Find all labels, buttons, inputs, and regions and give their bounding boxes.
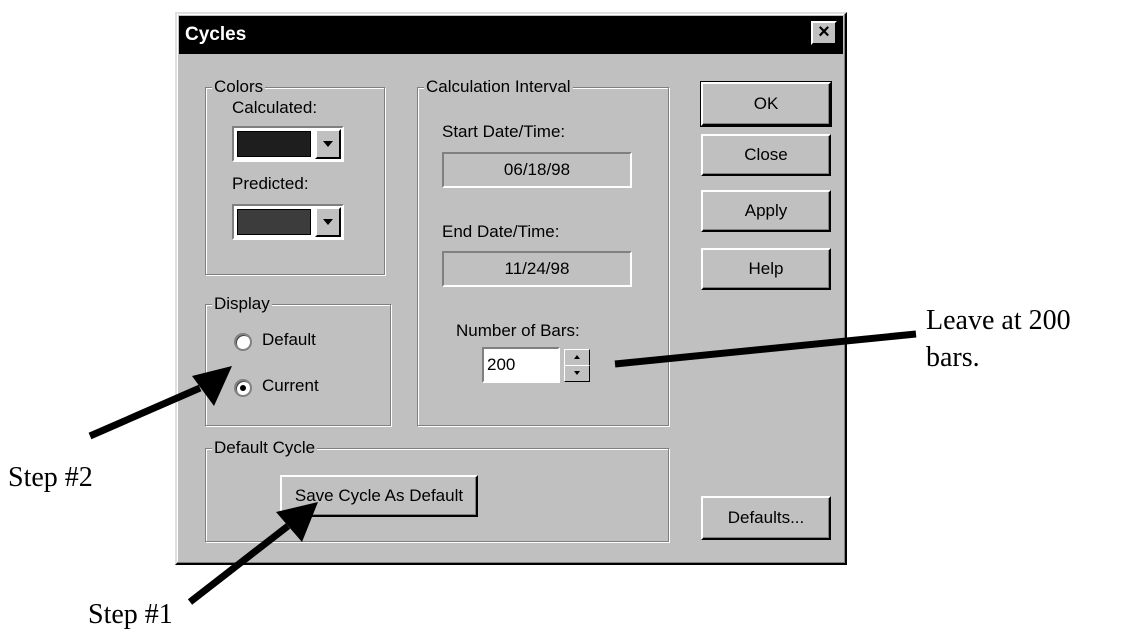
step1-arrow-shaft [187,523,291,605]
step1-arrow-head [276,502,318,542]
bars-note-line1: Leave at 200 [926,305,1071,336]
step2-arrow-shaft [88,384,202,440]
bars-pointer-line [614,330,917,368]
bars-note-line2: bars. [926,342,980,373]
step1-label: Step #1 [88,599,173,630]
step2-label: Step #2 [8,462,93,493]
